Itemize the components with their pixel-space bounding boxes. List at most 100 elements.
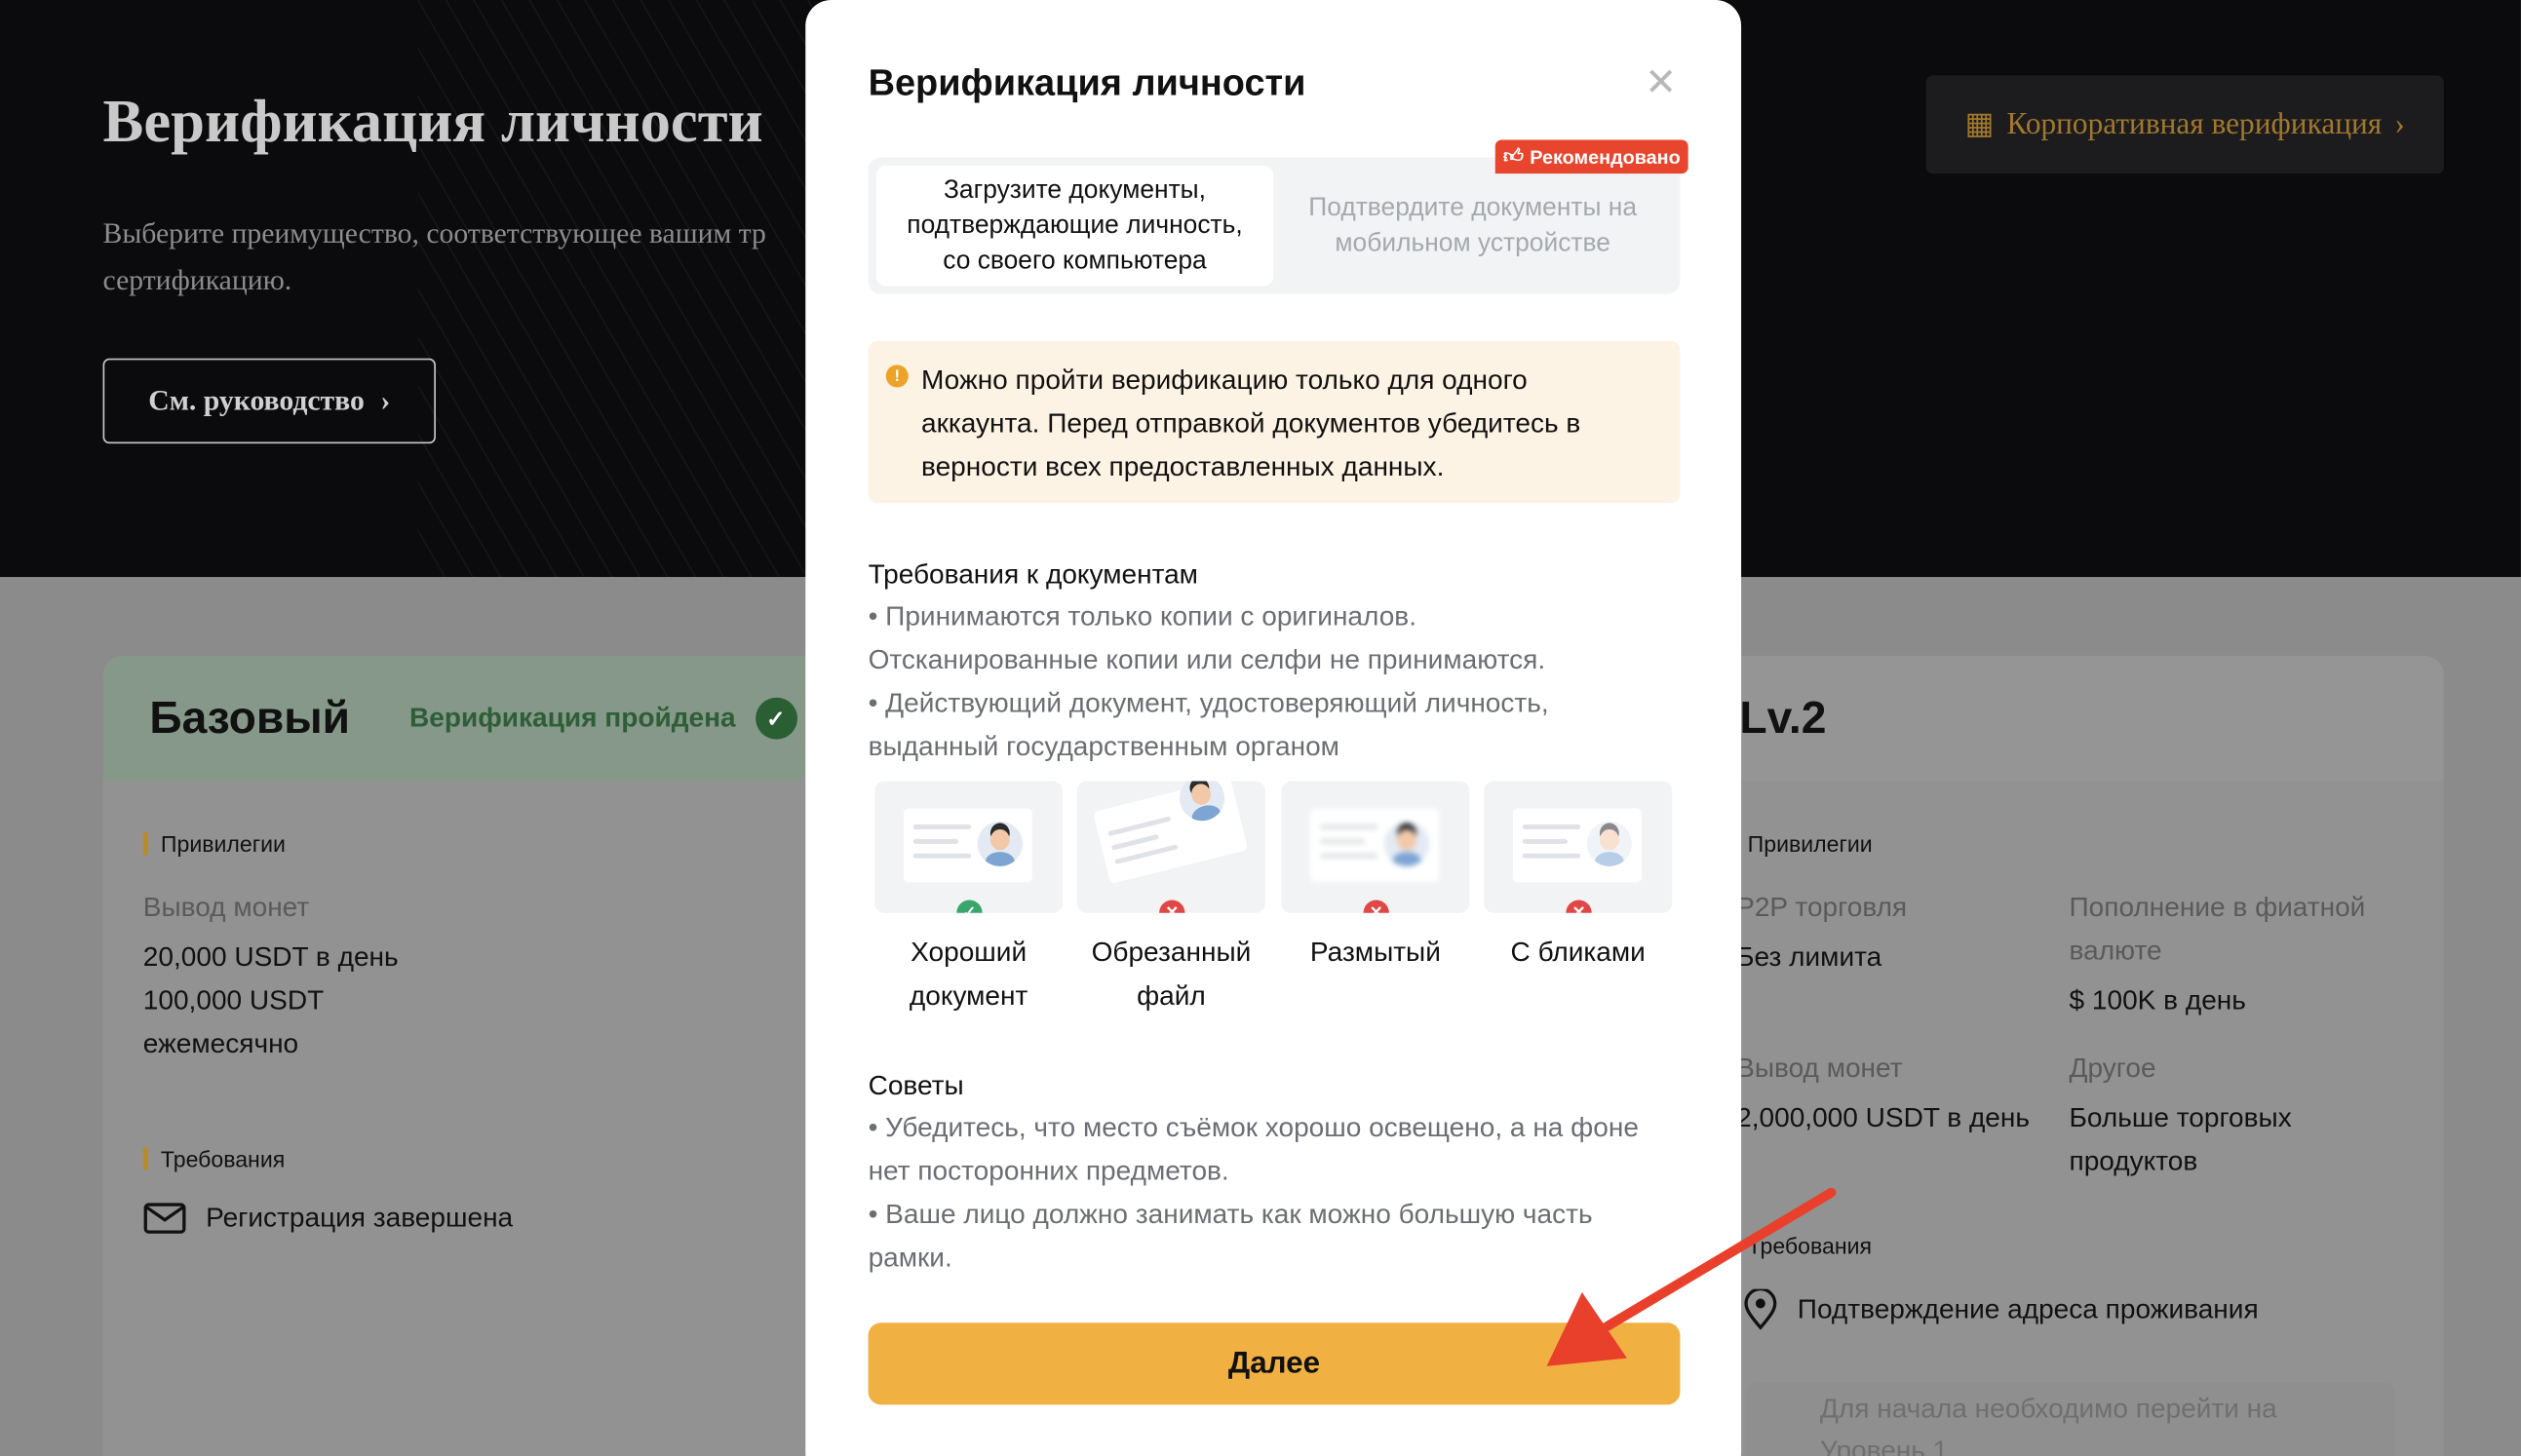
- id-card-icon: [903, 808, 1032, 883]
- option-desktop-label: Загрузите документы, подтверждающие личн…: [907, 172, 1242, 279]
- example-good: ✓ Хороший документ: [874, 781, 1064, 1017]
- requirement-item: Регистрация завершена: [143, 1203, 513, 1235]
- withdraw-value-line: 100,000 USDT: [142, 984, 325, 1016]
- modal-title: Верификация личности: [868, 60, 1306, 103]
- p2p-value: Без лимита: [1736, 941, 1882, 973]
- building-icon: ▦: [1964, 107, 1995, 142]
- lv2-card-title: Lv.2: [1739, 692, 1827, 743]
- location-pin-icon: [1744, 1288, 1777, 1330]
- corporate-verification-button[interactable]: ▦ Корпоративная верификация ›: [1925, 75, 2444, 174]
- example-image: ✓: [874, 781, 1064, 913]
- example-label: Размытый: [1281, 931, 1469, 975]
- example-label: С бликами: [1484, 931, 1672, 975]
- warning-text: Можно пройти верификацию только для одно…: [921, 359, 1661, 489]
- requirements-heading: Требования: [142, 1148, 285, 1170]
- guide-button-label: См. руководство: [148, 384, 365, 417]
- level-hint-line: Для начала необходимо перейти на: [1819, 1393, 2277, 1425]
- page-subtitle-line: Выберите преимущество, соответствующее в…: [102, 216, 766, 249]
- next-button[interactable]: Далее: [868, 1322, 1681, 1405]
- requirement-line: • Принимаются только копии с оригиналов.: [868, 600, 1416, 632]
- option-mobile-line: мобильном устройстве: [1335, 229, 1610, 257]
- example-label-line: С бликами: [1510, 937, 1646, 968]
- requirement-line: выданный государственным органом: [868, 731, 1339, 762]
- example-label: Обрезанный файл: [1077, 931, 1265, 1017]
- withdraw-value-line: ежемесячно: [142, 1028, 299, 1059]
- withdraw-value: 2,000,000 USDT в день: [1736, 1102, 2030, 1133]
- thumbs-up-icon: 👍︎: [1503, 144, 1524, 168]
- document-examples: ✓ Хороший документ ✕ Обрезанный файл ✕ Р…: [874, 781, 1679, 1022]
- chevron-right-icon: ›: [380, 384, 391, 417]
- page-title: Верификация личности: [102, 88, 763, 156]
- fiat-label: Пополнение в фиатной валюте: [2070, 886, 2366, 973]
- mail-icon: [143, 1203, 186, 1234]
- page: Верификация личности Выберите преимущест…: [0, 0, 2521, 1456]
- verification-modal: Верификация личности ✕ Загрузите докумен…: [805, 0, 1742, 1456]
- fiat-label-line: валюте: [2069, 935, 2162, 967]
- option-mobile-label: Подтвердите документы на мобильном устро…: [1308, 190, 1637, 261]
- requirement-line: Отсканированные копии или селфи не прини…: [868, 644, 1546, 675]
- tip-line: • Ваше лицо должно занимать как можно бо…: [868, 1199, 1593, 1230]
- requirement-label: Подтверждение адреса проживания: [1797, 1293, 2259, 1324]
- requirement-item: Подтверждение адреса проживания: [1743, 1288, 2259, 1331]
- warning-line: аккаунта. Перед отправкой документов убе…: [920, 407, 1581, 440]
- basic-card-title: Базовый: [149, 692, 351, 743]
- requirements-text: • Принимаются только копии с оригиналов.…: [869, 594, 1688, 768]
- check-icon: ✓: [956, 900, 983, 913]
- tip-line: • Убедитесь, что место съёмок хорошо осв…: [868, 1112, 1639, 1143]
- example-label: Хороший документ: [874, 931, 1063, 1017]
- example-cropped: ✕ Обрезанный файл: [1076, 781, 1265, 1017]
- close-icon[interactable]: ✕: [1645, 61, 1677, 106]
- option-mobile-upload[interactable]: Подтвердите документы на мобильном устро…: [1273, 166, 1672, 287]
- requirement-line: • Действующий документ, удостоверяющий л…: [868, 687, 1549, 719]
- level-hint: Для начала необходимо перейти на Уровень…: [1820, 1389, 2277, 1456]
- option-desktop-line: Загрузите документы,: [943, 175, 1206, 204]
- id-card-icon: [1310, 808, 1440, 883]
- fiat-value: $ 100K в день: [2069, 984, 2246, 1016]
- status-badge: Верификация пройдена ✓: [409, 697, 797, 740]
- withdraw-label: Вывод монет: [142, 892, 310, 923]
- privileges-heading: Привилегии: [1729, 832, 1873, 856]
- option-desktop-line: подтверждающие личность,: [907, 211, 1243, 239]
- id-card-icon: [1512, 808, 1642, 883]
- example-image: ✕: [1484, 781, 1673, 913]
- withdraw-value: 20,000 USDT в день 100,000 USDT ежемесяч…: [143, 936, 399, 1066]
- example-label-line: Размытый: [1309, 937, 1441, 968]
- example-image: ✕: [1076, 781, 1265, 913]
- warning-line: Можно пройти верификацию только для одно…: [920, 364, 1528, 396]
- example-label-line: Хороший: [911, 937, 1028, 968]
- warning-icon: !: [885, 364, 909, 388]
- warning-line: верности всех предоставленных данных.: [920, 451, 1445, 482]
- corporate-verification-label: Корпоративная верификация: [2006, 106, 2383, 141]
- page-subtitle-line: сертификацию.: [102, 263, 292, 296]
- tip-line: рамки.: [868, 1242, 952, 1274]
- option-desktop-upload[interactable]: Загрузите документы, подтверждающие личн…: [875, 165, 1274, 287]
- tips-heading: Советы: [868, 1070, 964, 1101]
- p2p-label: P2P торговля: [1736, 892, 1908, 923]
- basic-card-header: Базовый Верификация пройдена ✓: [102, 655, 859, 782]
- requirements-heading: Требования к документам: [868, 558, 1198, 591]
- privileges-heading: Привилегии: [142, 832, 286, 856]
- lv2-card-header: Lv.2: [1704, 655, 2444, 782]
- example-label-line: файл: [1137, 980, 1206, 1012]
- example-label-line: документ: [909, 980, 1028, 1012]
- status-label: Верификация пройдена: [409, 702, 736, 734]
- lv2-level-card: Lv.2 Привилегии P2P торговля Без лимита …: [1704, 655, 2444, 1456]
- withdraw-label: Вывод монет: [1736, 1053, 1903, 1084]
- example-glare: ✕ С бликами: [1484, 781, 1673, 975]
- tips-text: • Убедитесь, что место съёмок хорошо осв…: [869, 1106, 1688, 1280]
- fiat-label-line: Пополнение в фиатной: [2069, 892, 2366, 923]
- level-hint-box: Для начала необходимо перейти на Уровень…: [1746, 1382, 2396, 1456]
- cross-icon: ✕: [1159, 900, 1185, 913]
- option-mobile-line: Подтвердите документы на: [1308, 193, 1638, 221]
- option-desktop-line: со своего компьютера: [943, 247, 1207, 275]
- cross-icon: ✕: [1566, 900, 1592, 913]
- page-subtitle: Выберите преимущество, соответствующее в…: [103, 211, 843, 304]
- upload-method-selector: Загрузите документы, подтверждающие личн…: [868, 157, 1681, 294]
- withdraw-value-line: 20,000 USDT в день: [142, 941, 399, 973]
- guide-button[interactable]: См. руководство ›: [102, 358, 436, 444]
- other-value: Больше торговых продуктов: [2070, 1096, 2292, 1183]
- basic-level-card: Базовый Верификация пройдена ✓ Привилеги…: [102, 655, 859, 1456]
- cross-icon: ✕: [1363, 900, 1389, 913]
- recommended-badge: 👍︎ Рекомендовано: [1494, 139, 1688, 174]
- tip-line: нет посторонних предметов.: [868, 1155, 1229, 1187]
